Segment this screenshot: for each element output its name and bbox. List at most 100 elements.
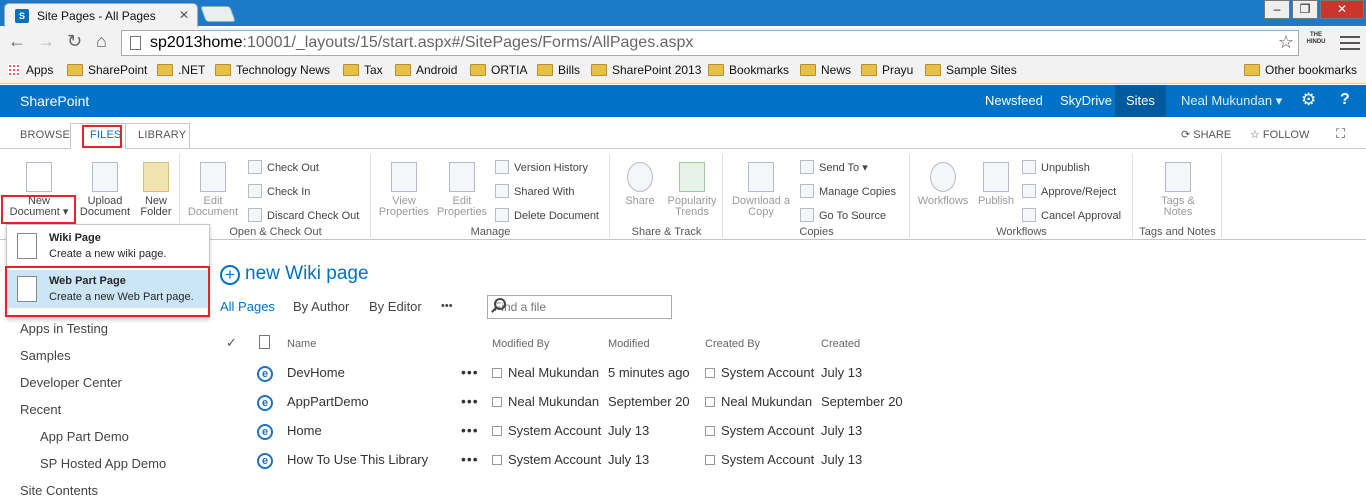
workflows-button[interactable]: Workflows	[913, 162, 973, 207]
column-header-modified[interactable]: Modified	[608, 338, 650, 350]
user-menu[interactable]: Neal Mukundan ▾	[1181, 93, 1282, 109]
group-label: Share & Track	[631, 226, 702, 238]
nav-item[interactable]: Site Contents	[20, 483, 98, 498]
row-ellipsis-menu[interactable]: •••	[461, 451, 479, 467]
select-all-checkmark-icon[interactable]: ✓	[226, 335, 237, 351]
newsfeed-link[interactable]: Newsfeed	[985, 93, 1043, 108]
view-all-pages[interactable]: All Pages	[220, 299, 275, 314]
row-ellipsis-menu[interactable]: •••	[461, 393, 479, 409]
discard-check-out-button[interactable]: Discard Check Out	[248, 208, 359, 222]
upload-document-button[interactable]: Upload Document	[78, 162, 132, 218]
back-icon[interactable]: ←	[8, 31, 26, 52]
version-history-button[interactable]: Version History	[495, 160, 588, 174]
new-tab-button[interactable]	[200, 6, 236, 22]
search-icon[interactable]	[494, 298, 506, 310]
share-action[interactable]: ⟳ SHARE	[1181, 128, 1231, 141]
manage-copies-button[interactable]: Manage Copies	[800, 184, 896, 198]
bookmark-item[interactable]: News	[800, 63, 851, 77]
bookmark-item[interactable]: Android	[395, 63, 457, 77]
close-tab-icon[interactable]: ✕	[179, 8, 189, 22]
tab-browse[interactable]: BROWSE	[20, 129, 70, 141]
popularity-trends-button[interactable]: Popularity Trends	[663, 162, 721, 218]
new-wiki-page-link[interactable]: + new Wiki page	[220, 263, 369, 285]
nav-item[interactable]: Recent	[20, 402, 61, 417]
edit-document-button[interactable]: Edit Document	[185, 162, 241, 218]
home-icon[interactable]: ⌂	[96, 31, 107, 52]
browser-menu-icon[interactable]	[1340, 32, 1360, 53]
new-folder-button[interactable]: New Folder	[134, 162, 178, 218]
bookmark-item[interactable]: Bookmarks	[708, 63, 789, 77]
view-by-editor[interactable]: By Editor	[369, 299, 422, 314]
go-to-source-button[interactable]: Go To Source	[800, 208, 886, 222]
nav-subitem[interactable]: SP Hosted App Demo	[40, 456, 166, 471]
column-header-created[interactable]: Created	[821, 338, 860, 350]
extension-icon[interactable]: THE HINDU	[1305, 32, 1327, 54]
other-bookmarks[interactable]: Other bookmarks	[1244, 63, 1357, 77]
settings-gear-icon[interactable]: ⚙	[1301, 90, 1316, 110]
approve-reject-button[interactable]: Approve/Reject	[1022, 184, 1116, 198]
row-ellipsis-menu[interactable]: •••	[461, 364, 479, 380]
address-bar[interactable]: sp2013home:10001/_layouts/15/start.aspx#…	[121, 30, 1299, 56]
focus-content-icon[interactable]: ⛶	[1336, 126, 1345, 142]
tab-library[interactable]: LIBRARY	[138, 129, 186, 141]
bookmark-item[interactable]: Prayu	[861, 63, 913, 77]
row-ellipsis-menu[interactable]: •••	[461, 422, 479, 438]
nav-subitem[interactable]: App Part Demo	[40, 429, 129, 444]
help-icon[interactable]: ?	[1340, 91, 1350, 109]
brand-label[interactable]: SharePoint	[20, 93, 89, 109]
browser-toolbar: ← → ↻ ⌂ sp2013home:10001/_layouts/15/sta…	[0, 27, 1366, 59]
nav-item[interactable]: Apps in Testing	[20, 321, 108, 336]
row-name-link[interactable]: Home	[287, 423, 322, 438]
nav-item[interactable]: Developer Center	[20, 375, 122, 390]
bookmark-item[interactable]: ORTIA	[470, 63, 527, 77]
maximize-icon[interactable]: ❐	[1292, 0, 1318, 19]
skydrive-link[interactable]: SkyDrive	[1060, 93, 1112, 108]
excel-trends-icon	[679, 162, 705, 192]
view-properties-button[interactable]: View Properties	[376, 162, 432, 218]
check-out-button[interactable]: Check Out	[248, 160, 319, 174]
send-to-button[interactable]: Send To ▾	[800, 160, 868, 174]
download-copy-button[interactable]: Download a Copy	[728, 162, 794, 218]
sites-link[interactable]: Sites	[1126, 93, 1155, 108]
row-name-link[interactable]: DevHome	[287, 365, 345, 380]
view-by-author[interactable]: By Author	[293, 299, 349, 314]
tags-notes-button[interactable]: Tags & Notes	[1148, 162, 1208, 218]
edit-properties-button[interactable]: Edit Properties	[434, 162, 490, 218]
reload-icon[interactable]: ↻	[67, 31, 82, 52]
check-in-button[interactable]: Check In	[248, 184, 310, 198]
menu-item-wiki-page[interactable]: Wiki Page Create a new wiki page.	[7, 227, 209, 265]
bookmark-star-icon[interactable]: ☆	[1278, 32, 1294, 53]
menu-item-description: Create a new wiki page.	[49, 248, 167, 260]
bookmark-item[interactable]: Technology News	[215, 63, 330, 77]
row-name-link[interactable]: How To Use This Library	[287, 452, 428, 467]
window-close-icon[interactable]: ✕	[1320, 0, 1364, 19]
minimize-icon[interactable]: –	[1264, 0, 1290, 19]
bookmark-item[interactable]: .NET	[157, 63, 205, 77]
delete-document-button[interactable]: Delete Document	[495, 208, 599, 222]
more-views-ellipsis[interactable]: •••	[441, 300, 453, 312]
publish-button[interactable]: Publish	[973, 162, 1019, 207]
folder-icon	[67, 64, 83, 76]
ie-page-icon: e	[257, 453, 273, 469]
unpublish-button[interactable]: Unpublish	[1022, 160, 1090, 174]
column-header-name[interactable]: Name	[287, 338, 316, 350]
row-name-link[interactable]: AppPartDemo	[287, 394, 369, 409]
bookmark-item[interactable]: Tax	[343, 63, 383, 77]
column-header-created-by[interactable]: Created By	[705, 338, 760, 350]
shared-with-button[interactable]: Shared With	[495, 184, 575, 198]
tab-files-label[interactable]: FILES	[90, 129, 122, 141]
share-button[interactable]: Share	[617, 162, 663, 207]
row-modified-by: System Account	[492, 423, 601, 438]
bookmark-apps[interactable]: Apps	[8, 63, 53, 77]
find-file-input[interactable]: Find a file	[487, 295, 672, 319]
browser-tab[interactable]: S Site Pages - All Pages ✕	[4, 3, 198, 27]
bookmark-item[interactable]: SharePoint	[67, 63, 147, 77]
bookmark-item[interactable]: SharePoint 2013	[591, 63, 701, 77]
cancel-approval-button[interactable]: Cancel Approval	[1022, 208, 1121, 222]
bookmark-item[interactable]: Sample Sites	[925, 63, 1017, 77]
bookmark-item[interactable]: Bills	[537, 63, 580, 77]
forward-icon[interactable]: →	[37, 31, 55, 52]
column-header-modified-by[interactable]: Modified By	[492, 338, 549, 350]
follow-action[interactable]: ☆ FOLLOW	[1250, 128, 1309, 141]
nav-item[interactable]: Samples	[20, 348, 71, 363]
